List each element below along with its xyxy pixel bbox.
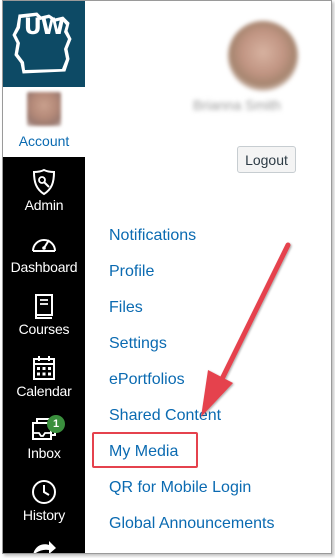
- nav-label-courses: Courses: [18, 321, 70, 337]
- menu-item-notifications[interactable]: Notifications: [109, 227, 196, 245]
- account-avatar: [27, 92, 61, 126]
- profile-photo: [228, 21, 298, 91]
- nav-label-history: History: [22, 507, 66, 523]
- inbox-unread-badge: 1: [47, 415, 65, 433]
- my-media-highlight-box: [92, 432, 198, 468]
- history-clock-icon: [32, 480, 56, 504]
- nav-item-courses[interactable]: Courses: [3, 287, 85, 349]
- nav-label-account: Account: [18, 133, 70, 149]
- menu-item-eportfolios[interactable]: ePortfolios: [109, 371, 185, 389]
- help-icon-partial[interactable]: [29, 539, 59, 554]
- menu-item-shared-content[interactable]: Shared Content: [109, 407, 221, 425]
- logout-button[interactable]: Logout: [237, 146, 296, 173]
- menu-item-profile[interactable]: Profile: [109, 263, 154, 281]
- menu-item-settings[interactable]: Settings: [109, 335, 167, 353]
- calendar-icon: [33, 356, 55, 380]
- nav-item-history[interactable]: History: [3, 473, 85, 535]
- nav-label-admin: Admin: [24, 197, 64, 213]
- courses-book-icon: [35, 294, 53, 319]
- nav-item-dashboard[interactable]: Dashboard: [3, 225, 85, 287]
- menu-item-files[interactable]: Files: [109, 299, 143, 317]
- nav-item-admin[interactable]: Admin: [3, 163, 85, 225]
- menu-item-global-announcements[interactable]: Global Announcements: [109, 515, 274, 533]
- nav-label-inbox: Inbox: [27, 445, 61, 461]
- nav-item-account[interactable]: Account: [3, 87, 85, 157]
- profile-name: Brianna Smith: [193, 97, 281, 113]
- global-navigation: UW Account Admin Dashboard Courses Calen…: [3, 1, 85, 554]
- account-tray-screenshot: UW Account Admin Dashboard Courses Calen…: [2, 0, 332, 554]
- nav-label-dashboard: Dashboard: [10, 259, 78, 275]
- uw-logo[interactable]: UW: [3, 1, 85, 87]
- nav-item-calendar[interactable]: Calendar: [3, 349, 85, 411]
- dashboard-gauge-icon: [32, 239, 56, 252]
- logo-text: UW: [23, 15, 65, 40]
- nav-label-calendar: Calendar: [16, 383, 72, 399]
- nav-item-inbox[interactable]: 1 Inbox: [3, 411, 85, 473]
- menu-item-qr-mobile-login[interactable]: QR for Mobile Login: [109, 479, 251, 497]
- admin-shield-icon: [32, 168, 56, 196]
